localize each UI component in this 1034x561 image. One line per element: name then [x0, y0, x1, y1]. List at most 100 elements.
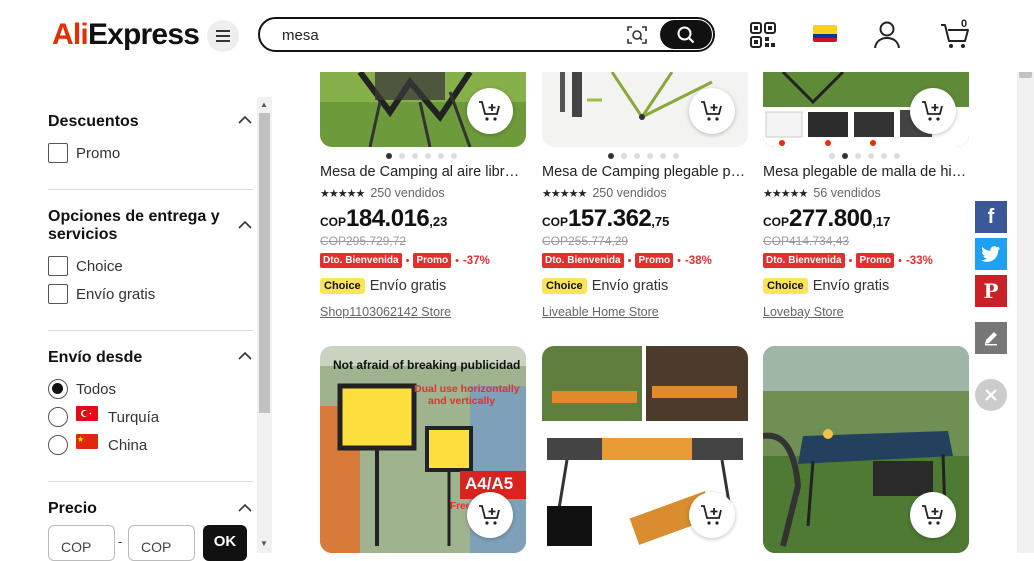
edit-button[interactable]	[975, 322, 1007, 354]
store-link[interactable]: Liveable Home Store	[542, 305, 659, 319]
chevron-up-icon[interactable]	[238, 351, 252, 361]
menu-button[interactable]	[207, 20, 239, 52]
price-min-input[interactable]: COP	[48, 525, 115, 561]
product-card[interactable]: Mesa plegable de malla de hierro ★★★★★ 56…	[763, 72, 969, 327]
image-overlay-text: Not afraid of breaking publicidad	[333, 358, 521, 372]
scroll-up-arrow[interactable]: ▲	[260, 100, 268, 109]
welcome-badge: Dto. Bienvenida	[542, 253, 624, 268]
facebook-icon: f	[987, 205, 995, 228]
product-card[interactable]: Not afraid of breaking publicidad Dual u…	[320, 346, 526, 553]
add-to-cart-button[interactable]	[689, 492, 735, 538]
old-price: COP295.729,72	[320, 234, 407, 248]
checkbox-choice[interactable]	[48, 256, 68, 276]
store-link[interactable]: Shop1103062142 Store	[320, 305, 451, 319]
add-to-cart-button[interactable]	[467, 492, 513, 538]
divider	[48, 481, 253, 482]
shipping-info: Choice Envío gratis	[763, 278, 889, 294]
edit-icon	[985, 332, 997, 346]
welcome-badge: Dto. Bienvenida	[763, 253, 845, 268]
image-search-icon[interactable]	[626, 24, 648, 46]
product-card[interactable]	[763, 346, 969, 553]
page-scrollbar[interactable]	[1017, 0, 1034, 553]
radio-turquia[interactable]	[48, 407, 68, 427]
account-icon[interactable]	[870, 18, 904, 52]
add-to-cart-icon	[922, 101, 943, 121]
label-envio-gratis: Envío gratis	[76, 286, 156, 303]
price-currency: COP	[320, 215, 347, 229]
checkbox-envio-gratis[interactable]	[48, 284, 68, 304]
image-pagination	[386, 153, 457, 159]
product-rating: ★★★★★ 250 vendidos	[320, 186, 445, 200]
radio-todos[interactable]	[48, 379, 68, 399]
filter-title-entrega[interactable]: Opciones de entrega y servicios	[48, 208, 238, 244]
radio-china[interactable]	[48, 435, 68, 455]
pinterest-icon: P	[983, 279, 999, 303]
search-bar	[258, 17, 715, 52]
promo-badge: Promo	[856, 253, 895, 268]
china-flag-icon	[76, 434, 98, 449]
discount-percent: -38%	[684, 254, 712, 267]
close-share-button[interactable]	[975, 379, 1007, 411]
twitter-icon	[981, 245, 1000, 262]
chevron-up-icon[interactable]	[238, 220, 252, 230]
product-price: COP184.016,23	[320, 205, 447, 233]
promo-badges: Dto. Bienvenida • Promo • -33%	[763, 253, 933, 268]
add-to-cart-button[interactable]	[910, 492, 956, 538]
promo-badges: Dto. Bienvenida • Promo • -37%	[320, 253, 490, 268]
price-integer: 277.800	[789, 205, 873, 232]
filter-title-precio[interactable]: Precio	[48, 500, 97, 518]
price-max-input[interactable]: COP	[128, 525, 195, 561]
close-icon	[985, 389, 997, 401]
add-to-cart-button[interactable]	[467, 88, 513, 134]
turkey-flag-icon	[76, 406, 98, 421]
price-integer: 184.016	[346, 205, 430, 232]
add-to-cart-button[interactable]	[689, 88, 735, 134]
hamburger-icon	[216, 30, 230, 42]
promo-badge: Promo	[413, 253, 452, 268]
add-to-cart-button[interactable]	[910, 88, 956, 134]
filter-title-descuentos[interactable]: Descuentos	[48, 113, 139, 131]
label-promo: Promo	[76, 145, 121, 162]
product-card[interactable]: Mesa de Camping plegable portátil ★★★★★ 2…	[542, 72, 748, 327]
chevron-up-icon[interactable]	[238, 503, 252, 513]
qr-code-icon[interactable]	[746, 18, 780, 52]
aliexpress-logo[interactable]: AliExpress	[52, 18, 200, 52]
choice-badge: Choice	[542, 278, 587, 294]
product-rating: ★★★★★ 56 vendidos	[763, 186, 881, 200]
add-to-cart-icon	[701, 101, 722, 121]
welcome-badge: Dto. Bienvenida	[320, 253, 402, 268]
image-overlay-text: A4/A5	[465, 474, 514, 493]
search-button[interactable]	[660, 20, 712, 49]
promo-badges: Dto. Bienvenida • Promo • -38%	[542, 253, 712, 268]
image-overlay-text: and vertically	[428, 395, 496, 407]
pinterest-share-button[interactable]: P	[975, 275, 1007, 307]
store-link[interactable]: Lovebay Store	[763, 305, 844, 319]
product-title[interactable]: Mesa de Camping plegable portátil	[542, 164, 748, 180]
promo-badge: Promo	[635, 253, 674, 268]
product-title[interactable]: Mesa plegable de malla de hierro	[763, 164, 969, 180]
old-price: COP414.734,43	[763, 234, 850, 248]
sidebar-scrollbar[interactable]: ▲ ▼	[257, 97, 272, 553]
sidebar-scroll-thumb[interactable]	[259, 113, 270, 413]
chevron-up-icon[interactable]	[238, 115, 252, 125]
scroll-down-arrow[interactable]: ▼	[260, 539, 268, 548]
label-china: China	[108, 437, 148, 454]
product-title[interactable]: Mesa de Camping al aire libre plegable	[320, 164, 526, 180]
image-pagination	[829, 153, 900, 159]
product-card[interactable]: Mesa de Camping al aire libre plegable ★…	[320, 72, 526, 327]
facebook-share-button[interactable]: f	[975, 201, 1007, 233]
country-flag-icon[interactable]	[813, 25, 837, 42]
filter-title-envio-desde[interactable]: Envío desde	[48, 349, 142, 367]
price-integer: 157.362	[568, 205, 652, 232]
search-input[interactable]	[282, 25, 602, 45]
price-ok-button[interactable]: OK	[203, 525, 247, 561]
sold-count: 56 vendidos	[813, 186, 881, 200]
shipping-info: Choice Envío gratis	[542, 278, 668, 294]
product-card[interactable]	[542, 346, 748, 553]
price-decimal: ,23	[429, 214, 448, 229]
shipping-info: Choice Envío gratis	[320, 278, 446, 294]
twitter-share-button[interactable]	[975, 238, 1007, 270]
checkbox-promo[interactable]	[48, 143, 68, 163]
label-turquia: Turquía	[108, 409, 160, 426]
header: AliExpress 0	[0, 0, 1034, 72]
